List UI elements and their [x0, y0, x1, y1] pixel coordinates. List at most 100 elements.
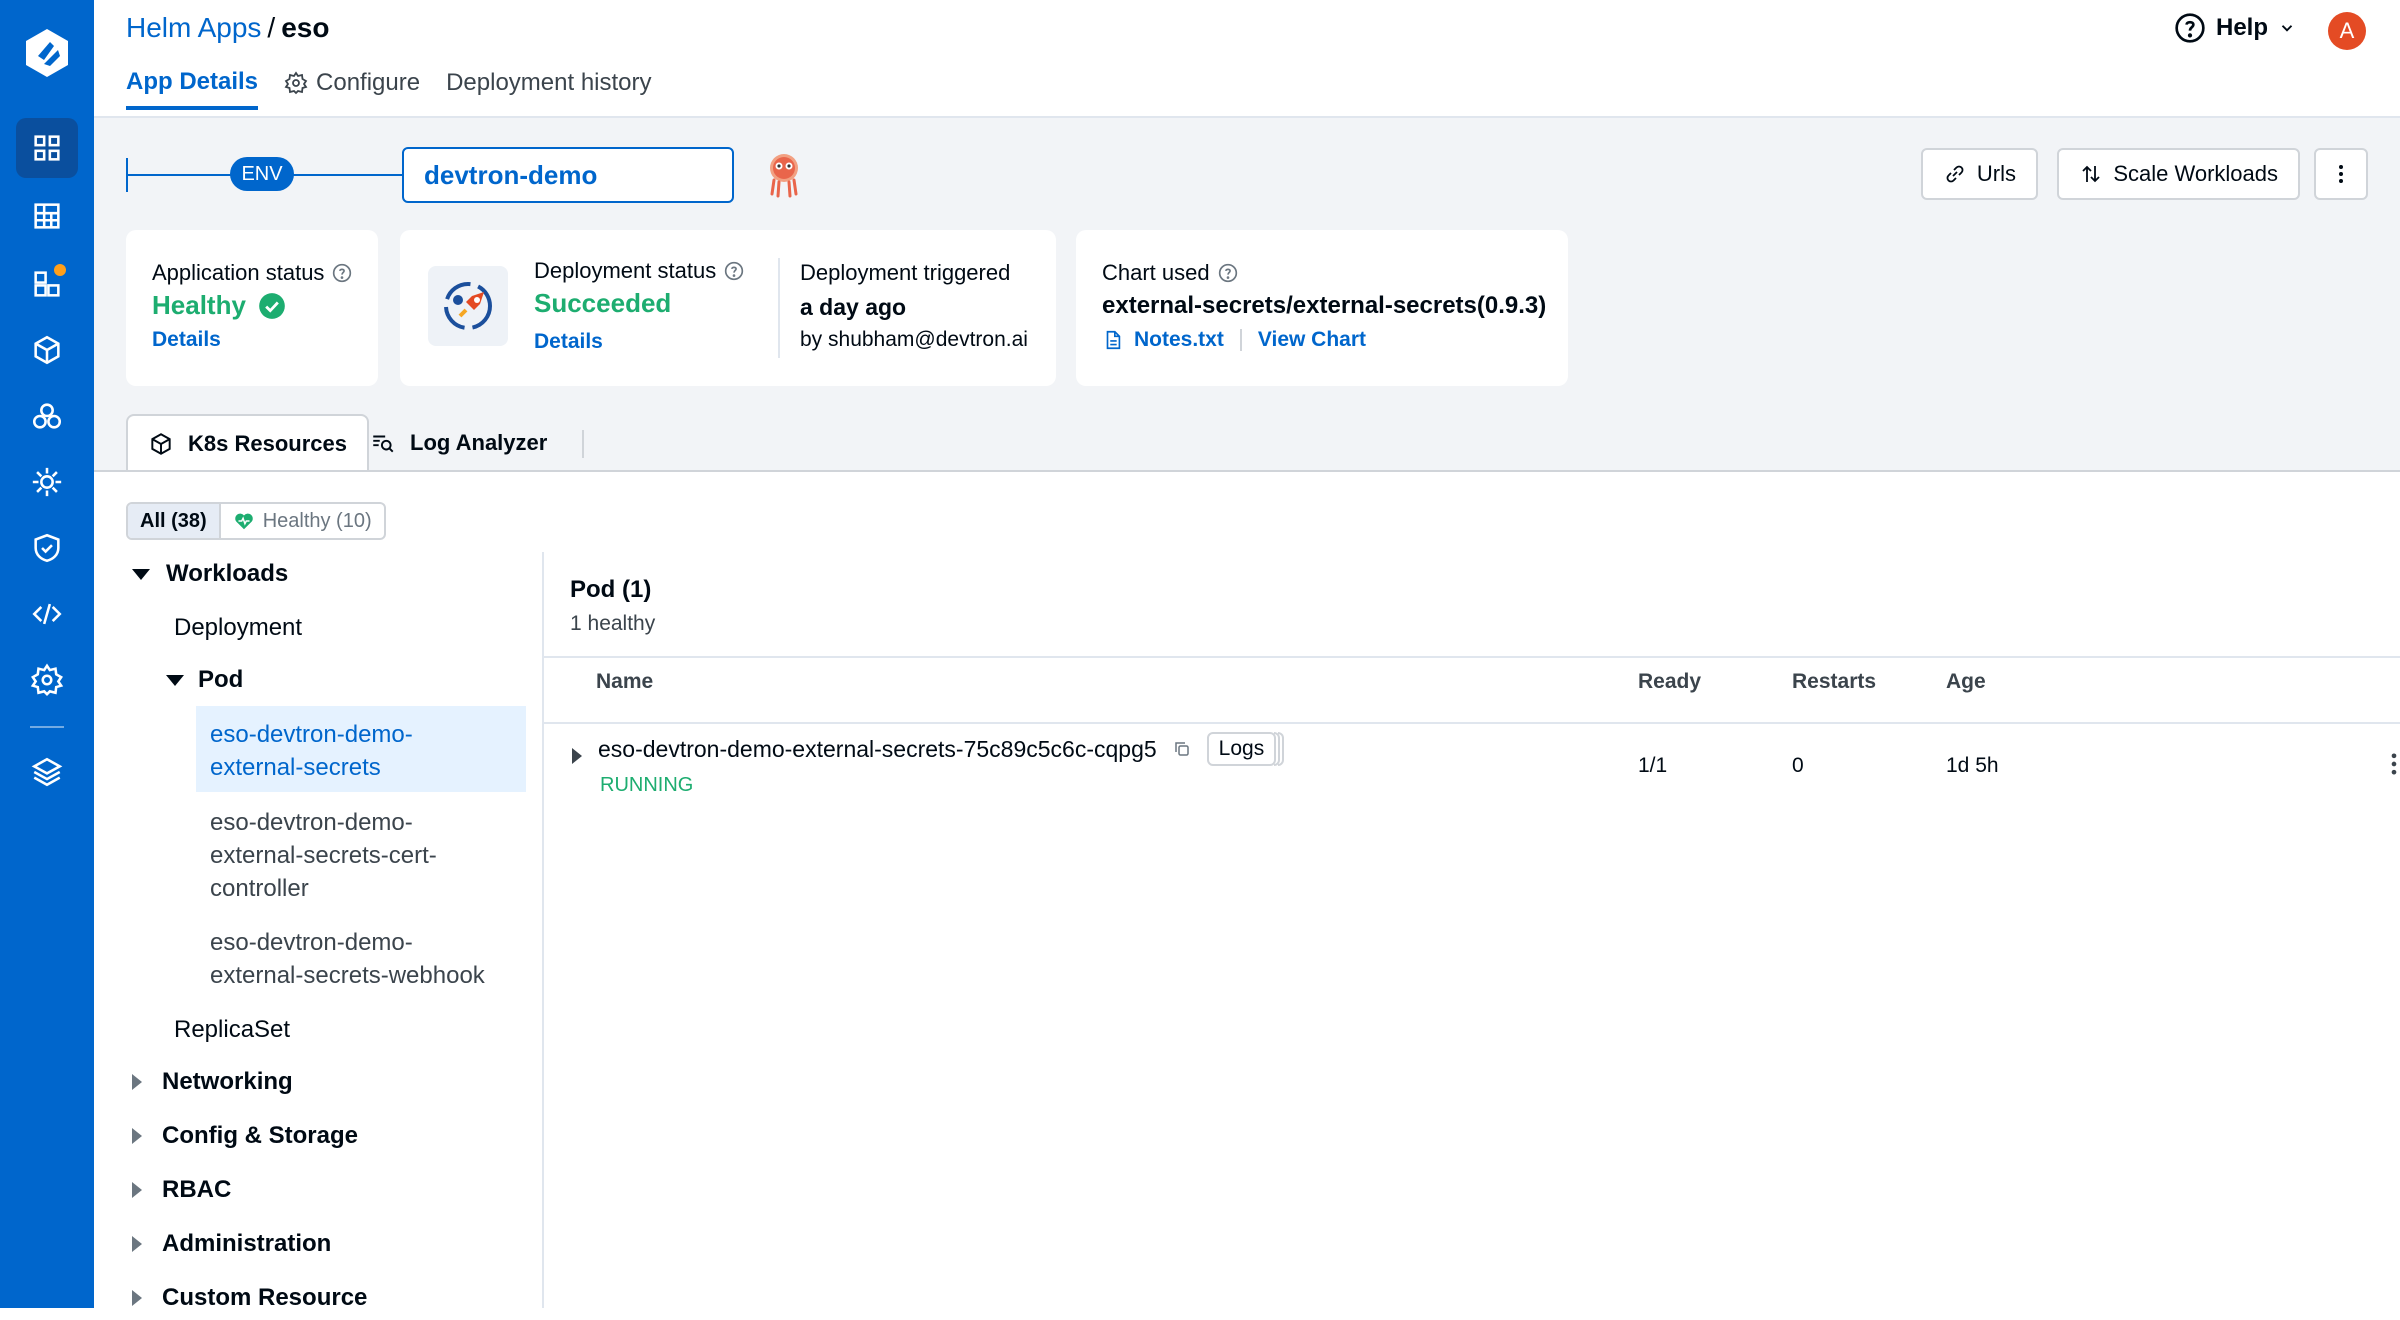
devtron-logo[interactable] — [20, 26, 74, 80]
tree-config-storage[interactable]: Config & Storage — [126, 1114, 358, 1158]
breadcrumb-helm-apps-link[interactable]: Helm Apps — [126, 12, 261, 43]
nav-bulk-edit-icon[interactable] — [16, 452, 78, 512]
link-icon — [1943, 162, 1967, 186]
tree-workloads[interactable]: Workloads — [126, 552, 288, 596]
tree-networking-label: Networking — [162, 1068, 293, 1095]
filter-all-label: All (38) — [140, 509, 207, 532]
nav-resource-browser-icon[interactable] — [16, 320, 78, 380]
more-options-button[interactable] — [2314, 148, 2368, 200]
tree-replicaset[interactable]: ReplicaSet — [174, 1008, 290, 1052]
tab-log-analyzer[interactable]: Log Analyzer — [370, 414, 547, 472]
column-header-ready[interactable]: Ready — [1638, 670, 1701, 694]
deployment-rocket-icon — [428, 266, 508, 346]
nav-chart-store-icon[interactable] — [16, 254, 78, 314]
pod-table: Pod (1) 1 healthy Name Ready Restarts Ag… — [544, 552, 2400, 1308]
expand-row-icon[interactable] — [572, 748, 582, 764]
column-header-age[interactable]: Age — [1946, 670, 1986, 694]
pod-ready-cell: 1/1 — [1638, 754, 1668, 777]
pod-name[interactable]: eso-devtron-demo-external-secrets-75c89c… — [598, 736, 1157, 763]
status-filters: All (38) Healthy (10) — [126, 502, 386, 540]
nav-app-groups-icon[interactable] — [16, 186, 78, 246]
help-label: Help — [2215, 14, 2268, 41]
caret-down-icon — [166, 674, 184, 686]
link-divider — [1239, 329, 1242, 351]
user-avatar[interactable]: A — [2328, 12, 2366, 50]
argocd-icon — [762, 150, 806, 200]
app-status-details-link[interactable]: Details — [152, 328, 221, 352]
help-circle-icon — [2174, 12, 2206, 44]
scale-workloads-button[interactable]: Scale Workloads — [2057, 148, 2300, 200]
tree-pod-item[interactable]: eso-devtron-demo- external-secrets-webho… — [196, 914, 526, 1000]
deployment-triggered-label: Deployment triggered — [800, 260, 1011, 285]
pod-item-line: eso-devtron-demo- — [210, 721, 413, 748]
tab-app-details-label: App Details — [126, 68, 259, 95]
pod-table-title: Pod (1) — [570, 576, 652, 603]
logs-button-label: Logs — [1206, 732, 1277, 766]
urls-button[interactable]: Urls — [1920, 148, 2038, 200]
nav-clusters-icon[interactable] — [16, 386, 78, 446]
deployment-status-details-link[interactable]: Details — [534, 330, 603, 354]
caret-down-icon — [132, 568, 150, 580]
notes-link[interactable]: Notes.txt — [1134, 328, 1224, 352]
file-icon — [1102, 329, 1124, 351]
urls-label: Urls — [1976, 161, 2016, 186]
tree-pod-item[interactable]: eso-devtron-demo- external-secrets — [196, 706, 526, 792]
logs-button[interactable]: Logs — [1206, 732, 1285, 766]
tree-replicaset-label: ReplicaSet — [174, 1016, 291, 1043]
filter-healthy[interactable]: Healthy (10) — [218, 504, 384, 538]
cube-icon — [148, 431, 174, 457]
tree-rbac[interactable]: RBAC — [126, 1168, 231, 1212]
application-status-card: Application status Healthy Details — [126, 230, 378, 386]
help-menu[interactable]: Help — [2174, 12, 2296, 44]
deployment-status-value: Succeeded — [534, 288, 672, 318]
pod-item-line: external-secrets — [210, 754, 381, 781]
nav-stack-icon[interactable] — [16, 742, 78, 802]
application-status-value: Healthy — [152, 290, 246, 320]
breadcrumb: Helm Apps / eso — [126, 12, 329, 44]
resource-tree-panel: All (38) Healthy (10) Workloads Deployme… — [94, 470, 2400, 1311]
tab-k8s-resources[interactable]: K8s Resources — [126, 414, 369, 472]
tab-separator — [582, 430, 584, 458]
filter-healthy-label: Healthy (10) — [262, 509, 372, 532]
nav-apps-icon[interactable] — [16, 118, 78, 178]
tab-configure[interactable]: Configure — [284, 68, 420, 110]
heart-pulse-icon — [233, 510, 255, 532]
tree-pod-item[interactable]: eso-devtron-demo- external-secrets-cert-… — [196, 794, 526, 912]
pod-item-line: eso-devtron-demo- — [210, 809, 413, 836]
nav-settings-icon[interactable] — [16, 650, 78, 710]
table-divider — [544, 656, 2400, 658]
view-chart-link[interactable]: View Chart — [1258, 328, 1366, 352]
tree-networking[interactable]: Networking — [126, 1060, 293, 1104]
tree-deployment[interactable]: Deployment — [174, 606, 302, 650]
tree-pod[interactable]: Pod — [166, 658, 243, 702]
question-circle-icon[interactable] — [332, 263, 352, 283]
check-circle-icon — [258, 292, 286, 320]
table-divider — [544, 722, 2400, 724]
tree-custom-resource[interactable]: Custom Resource — [126, 1276, 367, 1320]
tree-deployment-label: Deployment — [174, 614, 303, 641]
column-header-restarts[interactable]: Restarts — [1792, 670, 1876, 694]
environment-selector[interactable]: devtron-demo — [402, 147, 734, 203]
tree-administration[interactable]: Administration — [126, 1222, 331, 1266]
env-badge: ENV — [230, 157, 294, 191]
caret-right-icon — [132, 1074, 142, 1090]
log-search-icon — [370, 430, 396, 456]
pod-name-cell: eso-devtron-demo-external-secrets-75c89c… — [598, 732, 1285, 766]
logs-stack-edge — [1278, 732, 1285, 766]
question-circle-icon[interactable] — [1218, 263, 1238, 283]
nav-code-icon[interactable] — [16, 584, 78, 644]
pod-item-line: controller — [210, 875, 309, 902]
gear-icon — [284, 71, 308, 95]
tab-deployment-history-label: Deployment history — [446, 69, 652, 96]
row-kebab-menu-icon[interactable] — [2380, 748, 2400, 780]
pod-item-line: eso-devtron-demo- — [210, 929, 413, 956]
deployment-triggered-by: by shubham@devtron.ai — [800, 328, 1028, 351]
column-header-name[interactable]: Name — [596, 670, 653, 694]
question-circle-icon[interactable] — [724, 261, 744, 281]
tab-deployment-history[interactable]: Deployment history — [446, 68, 651, 110]
nav-security-icon[interactable] — [16, 518, 78, 578]
filter-all[interactable]: All (38) — [128, 504, 219, 538]
copy-icon[interactable] — [1173, 740, 1191, 758]
tab-app-details[interactable]: App Details — [126, 68, 259, 110]
nav-divider — [30, 726, 64, 728]
